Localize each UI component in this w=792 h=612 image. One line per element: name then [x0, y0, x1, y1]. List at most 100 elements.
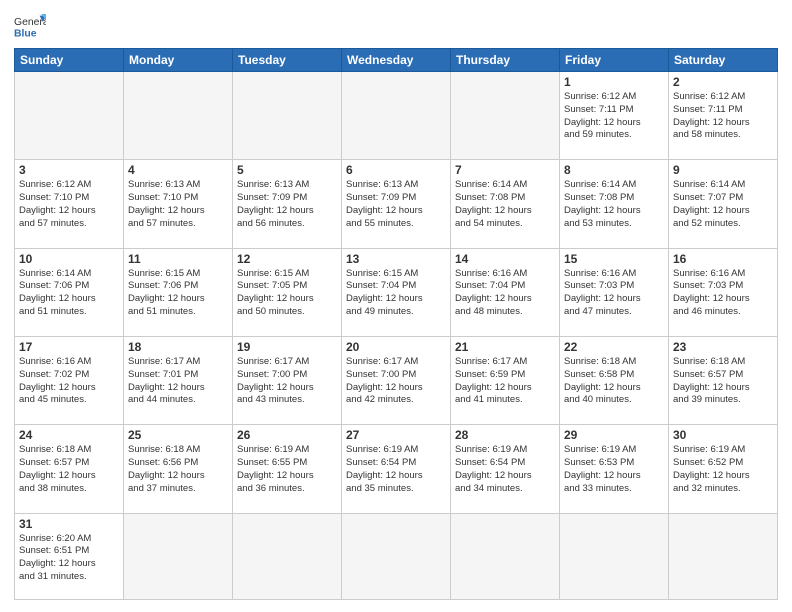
calendar-week-row: 3 Sunrise: 6:12 AM Sunset: 7:10 PM Daylig… [15, 160, 778, 248]
calendar-cell: 8 Sunrise: 6:14 AM Sunset: 7:08 PM Daylig… [560, 160, 669, 248]
day-info: Sunrise: 6:12 AM Sunset: 7:11 PM Dayligh… [673, 91, 773, 142]
day-number: 8 [564, 163, 664, 177]
day-number: 28 [455, 428, 555, 442]
day-info: Sunrise: 6:16 AM Sunset: 7:03 PM Dayligh… [673, 268, 773, 319]
weekday-header-friday: Friday [560, 49, 669, 72]
day-number: 17 [19, 340, 119, 354]
day-info: Sunrise: 6:12 AM Sunset: 7:10 PM Dayligh… [19, 179, 119, 230]
day-info: Sunrise: 6:19 AM Sunset: 6:55 PM Dayligh… [237, 444, 337, 495]
calendar-cell: 26Sunrise: 6:19 AM Sunset: 6:55 PM Dayli… [233, 425, 342, 513]
day-number: 9 [673, 163, 773, 177]
day-info: Sunrise: 6:19 AM Sunset: 6:54 PM Dayligh… [346, 444, 446, 495]
calendar-cell: 18Sunrise: 6:17 AM Sunset: 7:01 PM Dayli… [124, 336, 233, 424]
day-number: 13 [346, 252, 446, 266]
day-info: Sunrise: 6:16 AM Sunset: 7:02 PM Dayligh… [19, 356, 119, 407]
logo: General Blue [14, 12, 46, 40]
calendar-cell: 5 Sunrise: 6:13 AM Sunset: 7:09 PM Daylig… [233, 160, 342, 248]
calendar-cell: 21 Sunrise: 6:17 AM Sunset: 6:59 PM Dayli… [451, 336, 560, 424]
calendar-cell: 14 Sunrise: 6:16 AM Sunset: 7:04 PM Dayli… [451, 248, 560, 336]
calendar-cell: 12Sunrise: 6:15 AM Sunset: 7:05 PM Dayli… [233, 248, 342, 336]
calendar-cell [342, 72, 451, 160]
day-info: Sunrise: 6:20 AM Sunset: 6:51 PM Dayligh… [19, 533, 119, 584]
calendar-cell: 4Sunrise: 6:13 AM Sunset: 7:10 PM Daylig… [124, 160, 233, 248]
calendar-cell: 6 Sunrise: 6:13 AM Sunset: 7:09 PM Daylig… [342, 160, 451, 248]
calendar-week-row: 17 Sunrise: 6:16 AM Sunset: 7:02 PM Dayli… [15, 336, 778, 424]
day-number: 23 [673, 340, 773, 354]
calendar-cell: 25 Sunrise: 6:18 AM Sunset: 6:56 PM Dayli… [124, 425, 233, 513]
day-number: 4 [128, 163, 228, 177]
weekday-header-wednesday: Wednesday [342, 49, 451, 72]
day-number: 14 [455, 252, 555, 266]
calendar-cell: 22Sunrise: 6:18 AM Sunset: 6:58 PM Dayli… [560, 336, 669, 424]
calendar-cell: 10Sunrise: 6:14 AM Sunset: 7:06 PM Dayli… [15, 248, 124, 336]
weekday-header-row: SundayMondayTuesdayWednesdayThursdayFrid… [15, 49, 778, 72]
calendar-cell [451, 72, 560, 160]
day-number: 21 [455, 340, 555, 354]
weekday-header-tuesday: Tuesday [233, 49, 342, 72]
day-info: Sunrise: 6:18 AM Sunset: 6:56 PM Dayligh… [128, 444, 228, 495]
day-info: Sunrise: 6:17 AM Sunset: 6:59 PM Dayligh… [455, 356, 555, 407]
generalblue-logo-icon: General Blue [14, 12, 46, 40]
svg-text:General: General [14, 17, 46, 28]
day-info: Sunrise: 6:17 AM Sunset: 7:00 PM Dayligh… [346, 356, 446, 407]
day-number: 12 [237, 252, 337, 266]
calendar-cell: 29 Sunrise: 6:19 AM Sunset: 6:53 PM Dayli… [560, 425, 669, 513]
calendar-week-row: 31 Sunrise: 6:20 AM Sunset: 6:51 PM Dayli… [15, 513, 778, 599]
calendar-cell: 17 Sunrise: 6:16 AM Sunset: 7:02 PM Dayli… [15, 336, 124, 424]
day-number: 27 [346, 428, 446, 442]
day-number: 5 [237, 163, 337, 177]
day-info: Sunrise: 6:14 AM Sunset: 7:08 PM Dayligh… [564, 179, 664, 230]
day-number: 25 [128, 428, 228, 442]
day-info: Sunrise: 6:17 AM Sunset: 7:00 PM Dayligh… [237, 356, 337, 407]
calendar-cell: 2 Sunrise: 6:12 AM Sunset: 7:11 PM Daylig… [669, 72, 778, 160]
day-number: 7 [455, 163, 555, 177]
page: General Blue SundayMondayTuesdayWednesda… [0, 0, 792, 612]
day-number: 16 [673, 252, 773, 266]
day-info: Sunrise: 6:19 AM Sunset: 6:54 PM Dayligh… [455, 444, 555, 495]
day-number: 24 [19, 428, 119, 442]
header: General Blue [14, 12, 778, 40]
calendar-cell: 7Sunrise: 6:14 AM Sunset: 7:08 PM Daylig… [451, 160, 560, 248]
calendar-cell: 16 Sunrise: 6:16 AM Sunset: 7:03 PM Dayli… [669, 248, 778, 336]
calendar-cell: 13Sunrise: 6:15 AM Sunset: 7:04 PM Dayli… [342, 248, 451, 336]
day-number: 6 [346, 163, 446, 177]
day-number: 20 [346, 340, 446, 354]
calendar-cell [451, 513, 560, 599]
calendar-cell: 30 Sunrise: 6:19 AM Sunset: 6:52 PM Dayli… [669, 425, 778, 513]
day-info: Sunrise: 6:19 AM Sunset: 6:53 PM Dayligh… [564, 444, 664, 495]
day-info: Sunrise: 6:18 AM Sunset: 6:57 PM Dayligh… [19, 444, 119, 495]
calendar-cell [233, 72, 342, 160]
day-info: Sunrise: 6:15 AM Sunset: 7:06 PM Dayligh… [128, 268, 228, 319]
day-info: Sunrise: 6:13 AM Sunset: 7:09 PM Dayligh… [346, 179, 446, 230]
day-number: 15 [564, 252, 664, 266]
calendar-cell [560, 513, 669, 599]
day-number: 11 [128, 252, 228, 266]
day-info: Sunrise: 6:18 AM Sunset: 6:58 PM Dayligh… [564, 356, 664, 407]
day-number: 29 [564, 428, 664, 442]
day-number: 10 [19, 252, 119, 266]
calendar-cell: 24 Sunrise: 6:18 AM Sunset: 6:57 PM Dayli… [15, 425, 124, 513]
day-number: 3 [19, 163, 119, 177]
day-number: 30 [673, 428, 773, 442]
calendar-cell: 20 Sunrise: 6:17 AM Sunset: 7:00 PM Dayli… [342, 336, 451, 424]
weekday-header-sunday: Sunday [15, 49, 124, 72]
calendar-week-row: 1 Sunrise: 6:12 AM Sunset: 7:11 PM Daylig… [15, 72, 778, 160]
day-info: Sunrise: 6:19 AM Sunset: 6:52 PM Dayligh… [673, 444, 773, 495]
day-info: Sunrise: 6:18 AM Sunset: 6:57 PM Dayligh… [673, 356, 773, 407]
calendar-week-row: 24 Sunrise: 6:18 AM Sunset: 6:57 PM Dayli… [15, 425, 778, 513]
day-info: Sunrise: 6:16 AM Sunset: 7:04 PM Dayligh… [455, 268, 555, 319]
calendar-table: SundayMondayTuesdayWednesdayThursdayFrid… [14, 48, 778, 600]
day-number: 1 [564, 75, 664, 89]
day-number: 31 [19, 517, 119, 531]
day-number: 18 [128, 340, 228, 354]
calendar-cell: 1 Sunrise: 6:12 AM Sunset: 7:11 PM Daylig… [560, 72, 669, 160]
day-number: 19 [237, 340, 337, 354]
day-number: 2 [673, 75, 773, 89]
day-info: Sunrise: 6:14 AM Sunset: 7:07 PM Dayligh… [673, 179, 773, 230]
calendar-cell: 31 Sunrise: 6:20 AM Sunset: 6:51 PM Dayli… [15, 513, 124, 599]
day-info: Sunrise: 6:13 AM Sunset: 7:09 PM Dayligh… [237, 179, 337, 230]
day-info: Sunrise: 6:12 AM Sunset: 7:11 PM Dayligh… [564, 91, 664, 142]
calendar-cell: 23 Sunrise: 6:18 AM Sunset: 6:57 PM Dayli… [669, 336, 778, 424]
calendar-cell: 28 Sunrise: 6:19 AM Sunset: 6:54 PM Dayli… [451, 425, 560, 513]
weekday-header-thursday: Thursday [451, 49, 560, 72]
